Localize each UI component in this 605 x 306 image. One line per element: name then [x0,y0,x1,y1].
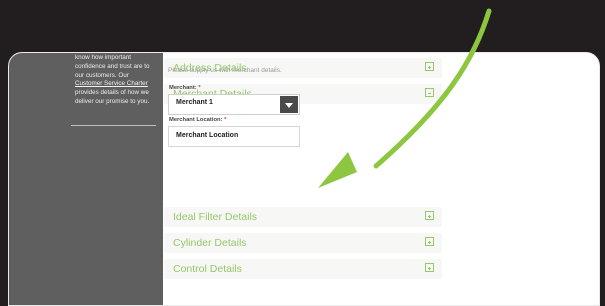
arrow-head [318,152,357,188]
green-arrow-icon [318,8,492,188]
arrow-shaft [373,8,492,169]
